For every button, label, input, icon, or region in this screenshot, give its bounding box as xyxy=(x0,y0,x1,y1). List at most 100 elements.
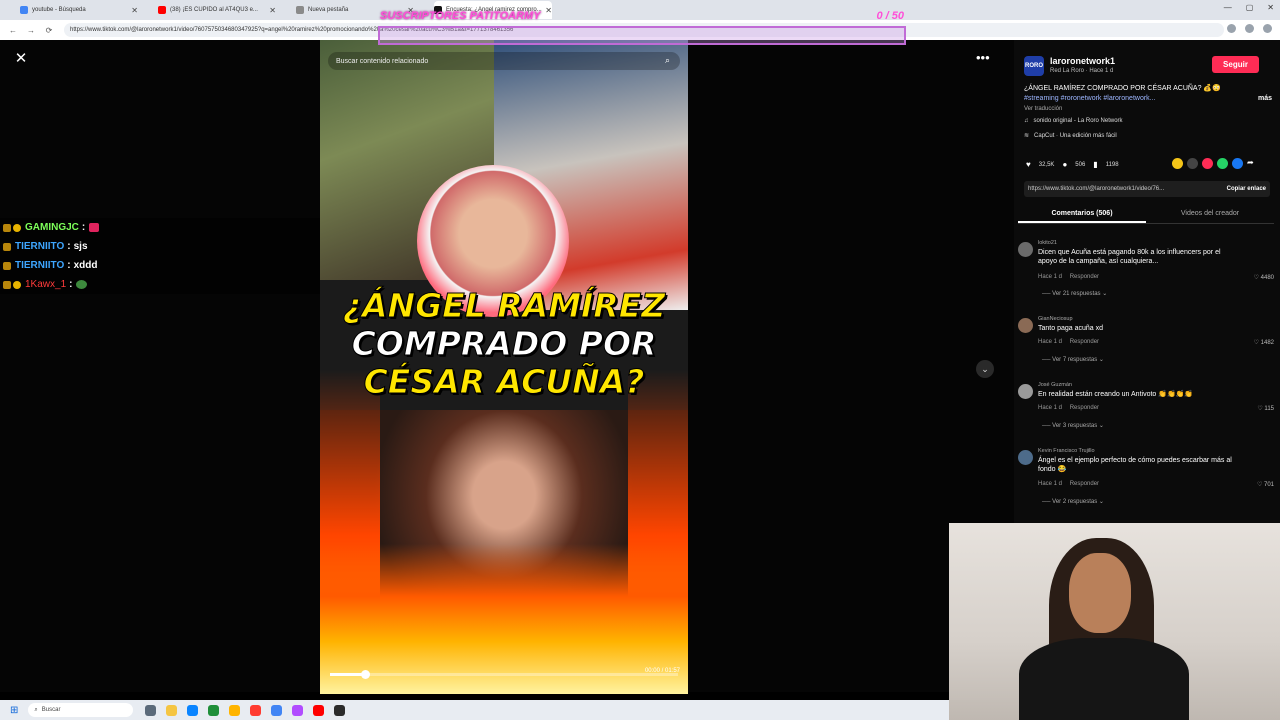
chat-badge-icon xyxy=(3,242,11,251)
comment-username[interactable]: lokito21 xyxy=(1038,240,1057,246)
view-replies-button[interactable]: ── Ver 21 respuestas ⌄ xyxy=(1042,290,1107,297)
comment-likes[interactable]: ♡ 1482 xyxy=(1254,339,1274,346)
comment-icon[interactable]: ● xyxy=(1062,160,1067,169)
chat-message: TIERNIITO : sjs xyxy=(0,237,320,256)
taskbar-app-icon[interactable] xyxy=(145,704,157,716)
avatar[interactable] xyxy=(1018,450,1033,465)
heart-icon[interactable]: ♥ xyxy=(1026,160,1031,169)
browser-tab[interactable]: youtube - Búsqueda ✕ xyxy=(20,1,138,19)
taskbar-app-icon[interactable] xyxy=(313,704,325,716)
tab-favicon-icon xyxy=(158,6,166,14)
tab-close-icon[interactable]: ✕ xyxy=(269,6,276,15)
more-options-icon[interactable]: ••• xyxy=(976,50,990,65)
chat-message: TIERNIITO : xddd xyxy=(0,256,320,275)
maximize-icon[interactable]: ▢ xyxy=(1246,3,1254,12)
avatar[interactable] xyxy=(1018,318,1033,333)
taskbar-app-icon[interactable] xyxy=(271,704,283,716)
reply-button[interactable]: Responder xyxy=(1070,274,1099,280)
comment-username[interactable]: Kevin Francisco Trujillo xyxy=(1038,448,1095,454)
taskbar-app-icon[interactable] xyxy=(292,704,304,716)
share-buttons: ➦ xyxy=(1172,158,1254,169)
view-replies-label: Ver 3 respuestas xyxy=(1052,423,1098,429)
coin-icon[interactable] xyxy=(1172,158,1183,169)
send-icon[interactable] xyxy=(1202,158,1213,169)
comment-likes[interactable]: ♡ 115 xyxy=(1257,405,1274,412)
video-progress-bar[interactable] xyxy=(330,670,678,679)
taskbar-app-icon[interactable] xyxy=(250,704,262,716)
minimize-icon[interactable]: — xyxy=(1224,3,1232,12)
chat-separator: : xyxy=(69,279,73,290)
details-tabs: Comentarios (506) Videos del creador xyxy=(1018,206,1274,224)
likes-count: 32,5K xyxy=(1038,161,1055,168)
comment-like-count: 701 xyxy=(1263,482,1274,488)
view-replies-button[interactable]: ── Ver 7 respuestas ⌄ xyxy=(1042,356,1104,363)
extension-icon[interactable] xyxy=(1227,24,1236,33)
chat-badge-icon xyxy=(13,223,21,232)
capcut-row[interactable]: ≋ CapCut · Una edición más fácil xyxy=(1024,132,1117,140)
chevron-down-icon[interactable]: ⌄ xyxy=(976,360,994,378)
fire-graphic xyxy=(320,544,688,694)
chat-separator: : xyxy=(81,222,86,233)
taskbar-app-icon[interactable] xyxy=(166,704,178,716)
comment-item: lokito21 Dicen que Acuña está pagando 80… xyxy=(1018,240,1274,302)
tab-close-icon[interactable]: ✕ xyxy=(131,6,138,15)
tab-creator-videos[interactable]: Videos del creador xyxy=(1146,206,1274,223)
translate-link[interactable]: Ver traducción xyxy=(1024,104,1260,114)
comment-like-count: 1482 xyxy=(1260,340,1274,346)
progress-knob[interactable] xyxy=(360,670,370,679)
chat-badge-icon xyxy=(3,223,11,232)
view-replies-button[interactable]: ── Ver 2 respuestas ⌄ xyxy=(1042,498,1104,505)
avatar[interactable] xyxy=(1018,384,1033,399)
video-player[interactable]: Buscar contenido relacionado ⌕ ¿ÁNGEL RA… xyxy=(320,40,688,694)
follow-button[interactable]: Seguir xyxy=(1212,56,1259,73)
related-search-input[interactable]: Buscar contenido relacionado ⌕ xyxy=(328,52,680,70)
extension-icon[interactable] xyxy=(1245,24,1254,33)
comment-time: Hace 1 d xyxy=(1038,405,1063,411)
close-icon[interactable]: ✕ xyxy=(12,50,30,68)
close-window-icon[interactable]: ✕ xyxy=(1267,3,1274,12)
taskbar-app-icon[interactable] xyxy=(229,704,241,716)
music-note-icon: ♫ xyxy=(1024,118,1029,124)
more-link[interactable]: más xyxy=(1258,94,1272,104)
profile-icon[interactable] xyxy=(1263,24,1272,33)
chat-text: sjs xyxy=(73,241,88,252)
copy-link-button[interactable]: Copiar enlace xyxy=(1227,186,1266,192)
taskbar-app-icon[interactable] xyxy=(187,704,199,716)
taskbar-search[interactable]: ⌕ Buscar xyxy=(28,703,134,717)
taskbar-app-icon[interactable] xyxy=(208,704,220,716)
avatar[interactable] xyxy=(1018,242,1033,257)
comment-likes[interactable]: ♡ 4480 xyxy=(1254,274,1274,281)
bookmark-icon[interactable]: ▮ xyxy=(1093,160,1097,169)
account-header[interactable]: RORO laroronetwork1 Red La Roro · Hace 1… xyxy=(1024,56,1115,76)
headline-line: COMPRADO POR xyxy=(351,324,657,363)
tab-favicon-icon xyxy=(20,6,28,14)
facebook-icon[interactable] xyxy=(1232,158,1243,169)
related-search-placeholder: Buscar contenido relacionado xyxy=(336,57,429,65)
search-icon[interactable]: ⌕ xyxy=(665,55,670,66)
embed-icon[interactable] xyxy=(1187,158,1198,169)
reply-button[interactable]: Responder xyxy=(1070,405,1099,411)
reply-button[interactable]: Responder xyxy=(1070,481,1099,487)
whatsapp-icon[interactable] xyxy=(1217,158,1228,169)
avatar[interactable]: RORO xyxy=(1024,56,1044,76)
share-arrow-icon[interactable]: ➦ xyxy=(1247,158,1254,169)
account-name[interactable]: laroronetwork1 xyxy=(1050,56,1115,66)
reply-button[interactable]: Responder xyxy=(1070,339,1099,345)
hashtags[interactable]: #streaming #roronetwork #laroronetwork..… xyxy=(1024,94,1260,104)
sound-row[interactable]: ♫ sonido original - La Roro Network xyxy=(1024,118,1123,124)
browser-tab[interactable]: (38) ¡ES CUPIDO al AT4QU3 e... ✕ xyxy=(158,1,276,19)
tab-comments[interactable]: Comentarios (506) xyxy=(1018,206,1146,223)
forward-icon[interactable]: → xyxy=(26,26,36,35)
windows-start-icon[interactable]: ⊞ xyxy=(10,705,18,716)
comment-likes[interactable]: ♡ 701 xyxy=(1257,481,1274,488)
video-time: 00:00 / 01:57 xyxy=(644,668,680,674)
view-replies-label: Ver 7 respuestas xyxy=(1052,357,1098,363)
back-icon[interactable]: ← xyxy=(8,26,18,35)
comment-username[interactable]: GianNeciosup xyxy=(1038,316,1073,322)
view-replies-button[interactable]: ── Ver 3 respuestas ⌄ xyxy=(1042,422,1104,429)
comment-username[interactable]: José Guzmán xyxy=(1038,382,1072,388)
video-link-field[interactable]: https://www.tiktok.com/@laroronetwork1/v… xyxy=(1024,181,1270,197)
reload-icon[interactable]: ⟳ xyxy=(44,26,54,35)
search-icon: ⌕ xyxy=(34,706,38,713)
taskbar-app-icon[interactable] xyxy=(334,704,346,716)
